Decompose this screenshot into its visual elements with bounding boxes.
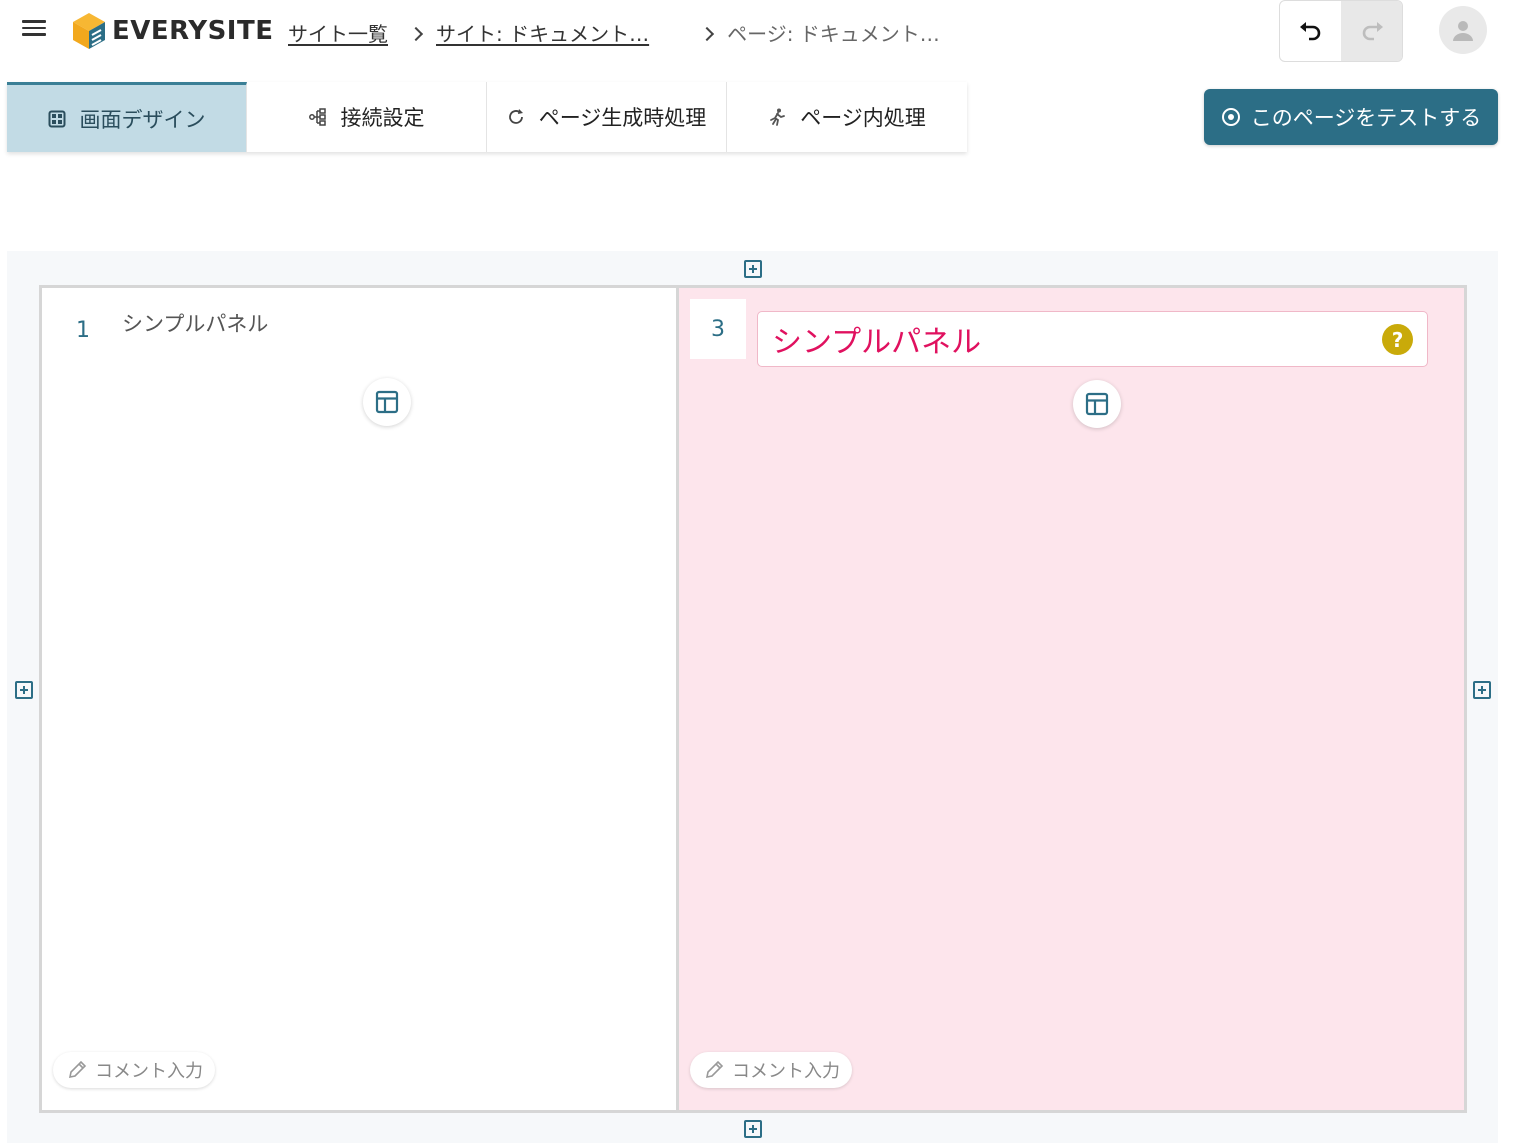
comment-input-label: コメント入力 — [732, 1061, 840, 1082]
top-bar: EVERYSITE サイト一覧 サイト: ドキュメント… ページ: ドキュメント… — [0, 0, 1517, 66]
runner-icon — [768, 108, 786, 126]
user-icon — [1453, 21, 1473, 41]
help-icon[interactable]: ? — [1382, 324, 1413, 355]
panel-number-box: 3 — [690, 299, 746, 359]
logo[interactable]: EVERYSITE — [72, 12, 273, 50]
tab-label: 接続設定 — [340, 106, 425, 130]
hamburger-menu-icon[interactable] — [20, 16, 48, 42]
breadcrumb-current-page: ページ: ドキュメント… — [727, 22, 940, 46]
panel-grid: 1 シンプルパネル コメント入力 3 シンプルパネル ? コメント入力 — [39, 285, 1467, 1113]
comment-input-button[interactable]: コメント入力 — [53, 1052, 215, 1088]
layout-icon — [1085, 392, 1109, 416]
logo-text: EVERYSITE — [112, 16, 274, 46]
panel-number: 3 — [711, 316, 725, 342]
add-row-below-icon[interactable] — [744, 1120, 762, 1138]
tab-connection-settings[interactable]: 接続設定 — [247, 82, 487, 152]
panel-title[interactable]: シンプルパネル — [122, 308, 268, 338]
eye-icon — [1221, 107, 1241, 127]
add-column-left-icon[interactable] — [15, 681, 33, 699]
user-avatar[interactable] — [1439, 6, 1487, 54]
grid-icon — [48, 110, 66, 128]
chevron-right-icon — [701, 27, 713, 39]
chevron-right-icon — [410, 27, 422, 39]
panel-1[interactable]: 1 シンプルパネル コメント入力 — [42, 288, 679, 1110]
breadcrumb-site-link[interactable]: サイト: ドキュメント… — [436, 18, 649, 47]
test-page-button[interactable]: このページをテストする — [1204, 89, 1498, 145]
tab-label: 画面デザイン — [79, 107, 206, 132]
panel-title-input[interactable]: シンプルパネル ? — [757, 311, 1428, 367]
editor-tabs: 画面デザイン 接続設定 ページ生成時処理 ページ内処理 — [7, 82, 967, 152]
layout-icon — [375, 390, 399, 414]
test-page-button-label: このページをテストする — [1250, 106, 1482, 130]
add-row-above-icon[interactable] — [744, 260, 762, 278]
panel-number: 1 — [76, 318, 90, 343]
refresh-icon — [507, 108, 525, 126]
layout-button[interactable] — [363, 378, 411, 426]
breadcrumb-sites-link[interactable]: サイト一覧 — [288, 18, 388, 47]
tab-page-generation-process[interactable]: ページ生成時処理 — [487, 82, 727, 152]
redo-button[interactable] — [1341, 1, 1402, 61]
panel-3[interactable]: 3 シンプルパネル ? コメント入力 — [679, 288, 1464, 1110]
pencil-icon — [67, 1060, 87, 1080]
add-column-right-icon[interactable] — [1473, 681, 1491, 699]
comment-input-label: コメント入力 — [95, 1061, 203, 1082]
tab-label: ページ生成時処理 — [538, 106, 707, 130]
tab-in-page-process[interactable]: ページ内処理 — [727, 82, 967, 152]
undo-redo-group — [1279, 0, 1403, 62]
tab-label: ページ内処理 — [800, 106, 926, 130]
panel-title: シンプルパネル — [772, 325, 982, 360]
breadcrumb: サイト一覧 サイト: ドキュメント… ページ: ドキュメント… — [288, 18, 940, 47]
undo-button[interactable] — [1280, 1, 1341, 61]
layout-button[interactable] — [1073, 380, 1121, 428]
redo-icon — [1362, 22, 1383, 41]
logo-cube-icon — [73, 13, 105, 49]
tab-screen-design[interactable]: 画面デザイン — [7, 82, 247, 152]
connection-icon — [308, 108, 327, 126]
pencil-icon — [704, 1060, 724, 1080]
comment-input-button[interactable]: コメント入力 — [690, 1052, 852, 1088]
undo-icon — [1299, 22, 1320, 41]
